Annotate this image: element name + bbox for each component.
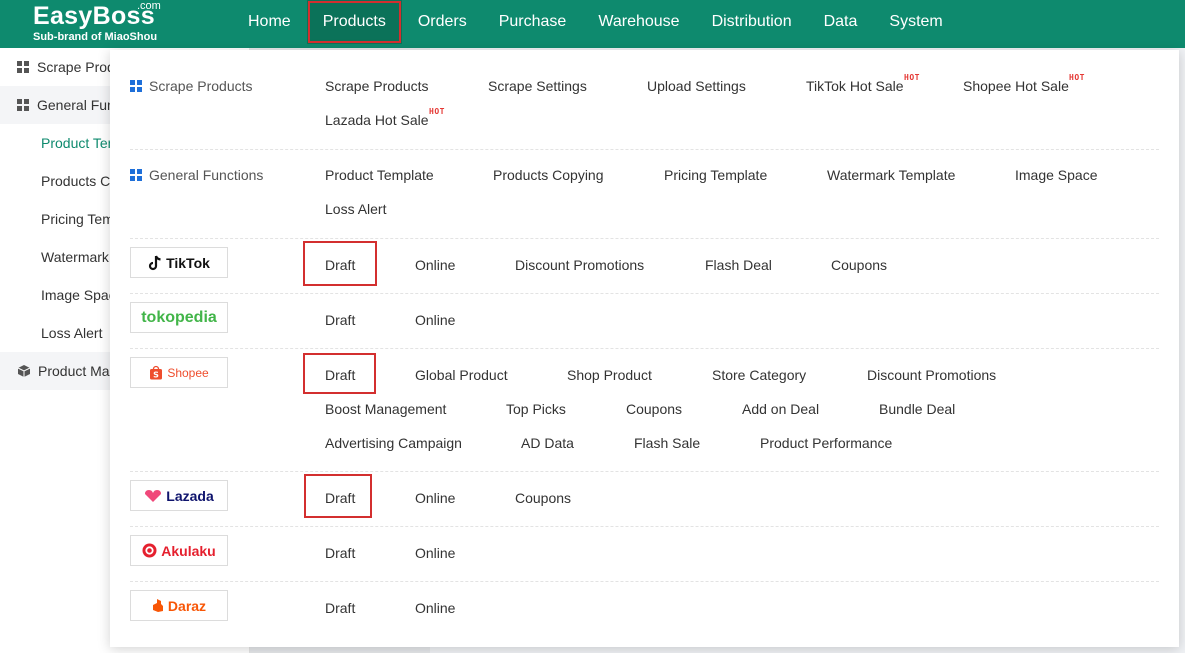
menu-link-discount-promotions[interactable]: Discount Promotions — [515, 256, 644, 274]
menu-link-top-picks[interactable]: Top Picks — [506, 400, 566, 418]
brand-name: Lazada — [166, 487, 214, 504]
hot-badge: HOT — [1069, 73, 1085, 82]
shopee-logo: S Shopee — [130, 357, 228, 388]
grid-icon — [130, 169, 142, 181]
menu-section-label: General Functions — [130, 167, 263, 183]
daraz-logo: Daraz — [130, 590, 228, 621]
menu-link-tiktok-hot-sale[interactable]: TikTok Hot Sale HOT — [806, 73, 919, 95]
menu-link-draft[interactable]: Draft — [325, 489, 355, 507]
nav-system[interactable]: System — [873, 0, 958, 44]
menu-link-product-template[interactable]: Product Template — [325, 166, 434, 184]
menu-link-ad-data[interactable]: AD Data — [521, 434, 574, 452]
tokopedia-logo: tokopedia — [130, 302, 228, 333]
svg-text:S: S — [153, 371, 159, 380]
menu-link-watermark-template[interactable]: Watermark Template — [827, 166, 955, 184]
menu-link-draft[interactable]: Draft — [325, 599, 355, 617]
daraz-icon — [152, 599, 163, 612]
logo[interactable]: EasyBoss .com Sub-brand of MiaoShou — [33, 0, 161, 44]
shopee-bag-icon: S — [150, 365, 163, 380]
menu-link-store-category[interactable]: Store Category — [712, 366, 806, 384]
menu-link-label: Lazada Hot Sale — [325, 112, 429, 128]
menu-section-tokopedia: tokopedia Draft Online — [130, 302, 1159, 349]
brand-name: Akulaku — [161, 542, 216, 559]
menu-link-online[interactable]: Online — [415, 311, 455, 329]
brand-name: tokopedia — [141, 308, 217, 326]
lazada-logo: Lazada — [130, 480, 228, 511]
menu-link-online[interactable]: Online — [415, 544, 455, 562]
cube-icon — [17, 365, 31, 377]
menu-link-product-performance[interactable]: Product Performance — [760, 434, 892, 452]
menu-link-shop-product[interactable]: Shop Product — [567, 366, 652, 384]
menu-section-daraz: Daraz Draft Online — [130, 590, 1159, 637]
top-nav-bar: EasyBoss .com Sub-brand of MiaoShou Home… — [0, 0, 1185, 48]
brand-name: Shopee — [167, 365, 209, 380]
nav-purchase[interactable]: Purchase — [483, 0, 583, 44]
menu-link-online[interactable]: Online — [415, 489, 455, 507]
menu-link-online[interactable]: Online — [415, 599, 455, 617]
menu-link-add-on-deal[interactable]: Add on Deal — [742, 400, 819, 418]
menu-link-coupons[interactable]: Coupons — [515, 489, 571, 507]
brand-name: TikTok — [166, 254, 210, 271]
menu-link-loss-alert[interactable]: Loss Alert — [325, 200, 386, 218]
menu-link-coupons[interactable]: Coupons — [831, 256, 887, 274]
menu-link-flash-deal[interactable]: Flash Deal — [705, 256, 772, 274]
menu-section-shopee: S Shopee Draft Global Product Shop Produ… — [130, 353, 1159, 472]
nav-products[interactable]: Products — [306, 0, 402, 44]
menu-link-upload-settings[interactable]: Upload Settings — [647, 77, 746, 95]
nav-distribution[interactable]: Distribution — [696, 0, 808, 44]
nav-data[interactable]: Data — [808, 0, 874, 44]
nav-home[interactable]: Home — [232, 0, 307, 44]
grid-icon — [17, 60, 30, 74]
menu-link-label: Shopee Hot Sale — [963, 78, 1069, 94]
tiktok-icon — [149, 255, 161, 270]
menu-link-label: TikTok Hot Sale — [806, 78, 904, 94]
akulaku-icon — [142, 543, 157, 558]
menu-link-draft[interactable]: Draft — [325, 544, 355, 562]
lazada-heart-icon — [145, 489, 162, 502]
menu-link-scrape-products[interactable]: Scrape Products — [325, 77, 429, 95]
logo-com: .com — [137, 0, 161, 12]
menu-link-advertising-campaign[interactable]: Advertising Campaign — [325, 434, 462, 452]
brand-name: Daraz — [167, 597, 207, 614]
tiktok-logo: TikTok — [130, 247, 228, 278]
menu-link-discount-promotions[interactable]: Discount Promotions — [867, 366, 996, 384]
menu-link-flash-sale[interactable]: Flash Sale — [634, 434, 700, 452]
menu-section-title: Scrape Products — [149, 78, 253, 94]
menu-section-general: General Functions Product Template Produ… — [130, 166, 1159, 239]
grid-icon — [130, 80, 142, 92]
menu-link-global-product[interactable]: Global Product — [415, 366, 508, 384]
hot-badge: HOT — [904, 73, 920, 82]
menu-link-products-copying[interactable]: Products Copying — [493, 166, 604, 184]
menu-link-scrape-settings[interactable]: Scrape Settings — [488, 77, 587, 95]
menu-link-draft[interactable]: Draft — [325, 256, 355, 274]
grid-icon — [17, 98, 30, 112]
nav-warehouse[interactable]: Warehouse — [582, 0, 695, 44]
menu-section-akulaku: Akulaku Draft Online — [130, 535, 1159, 582]
products-mega-menu: Scrape Products Scrape Products Scrape S… — [110, 50, 1179, 647]
main-nav: Home Products Orders Purchase Warehouse … — [232, 0, 959, 48]
menu-section-label: Scrape Products — [130, 78, 253, 94]
nav-orders[interactable]: Orders — [402, 0, 483, 44]
menu-link-boost-management[interactable]: Boost Management — [325, 400, 446, 418]
menu-link-pricing-template[interactable]: Pricing Template — [664, 166, 767, 184]
menu-section-lazada: Lazada Draft Online Coupons — [130, 474, 1159, 527]
menu-link-draft[interactable]: Draft — [325, 311, 355, 329]
menu-link-image-space[interactable]: Image Space — [1015, 166, 1098, 184]
menu-link-bundle-deal[interactable]: Bundle Deal — [879, 400, 955, 418]
menu-link-online[interactable]: Online — [415, 256, 455, 274]
menu-section-tiktok: TikTok Draft Online Discount Promotions … — [130, 241, 1159, 294]
hot-badge: HOT — [429, 107, 445, 116]
menu-link-draft[interactable]: Draft — [325, 366, 355, 384]
logo-subtitle: Sub-brand of MiaoShou — [33, 31, 158, 43]
menu-link-coupons[interactable]: Coupons — [626, 400, 682, 418]
akulaku-logo: Akulaku — [130, 535, 228, 566]
menu-section-title: General Functions — [149, 167, 264, 183]
menu-section-scrape: Scrape Products Scrape Products Scrape S… — [130, 73, 1159, 150]
menu-link-lazada-hot-sale[interactable]: Lazada Hot Sale HOT — [325, 107, 444, 129]
menu-link-shopee-hot-sale[interactable]: Shopee Hot Sale HOT — [963, 73, 1084, 95]
